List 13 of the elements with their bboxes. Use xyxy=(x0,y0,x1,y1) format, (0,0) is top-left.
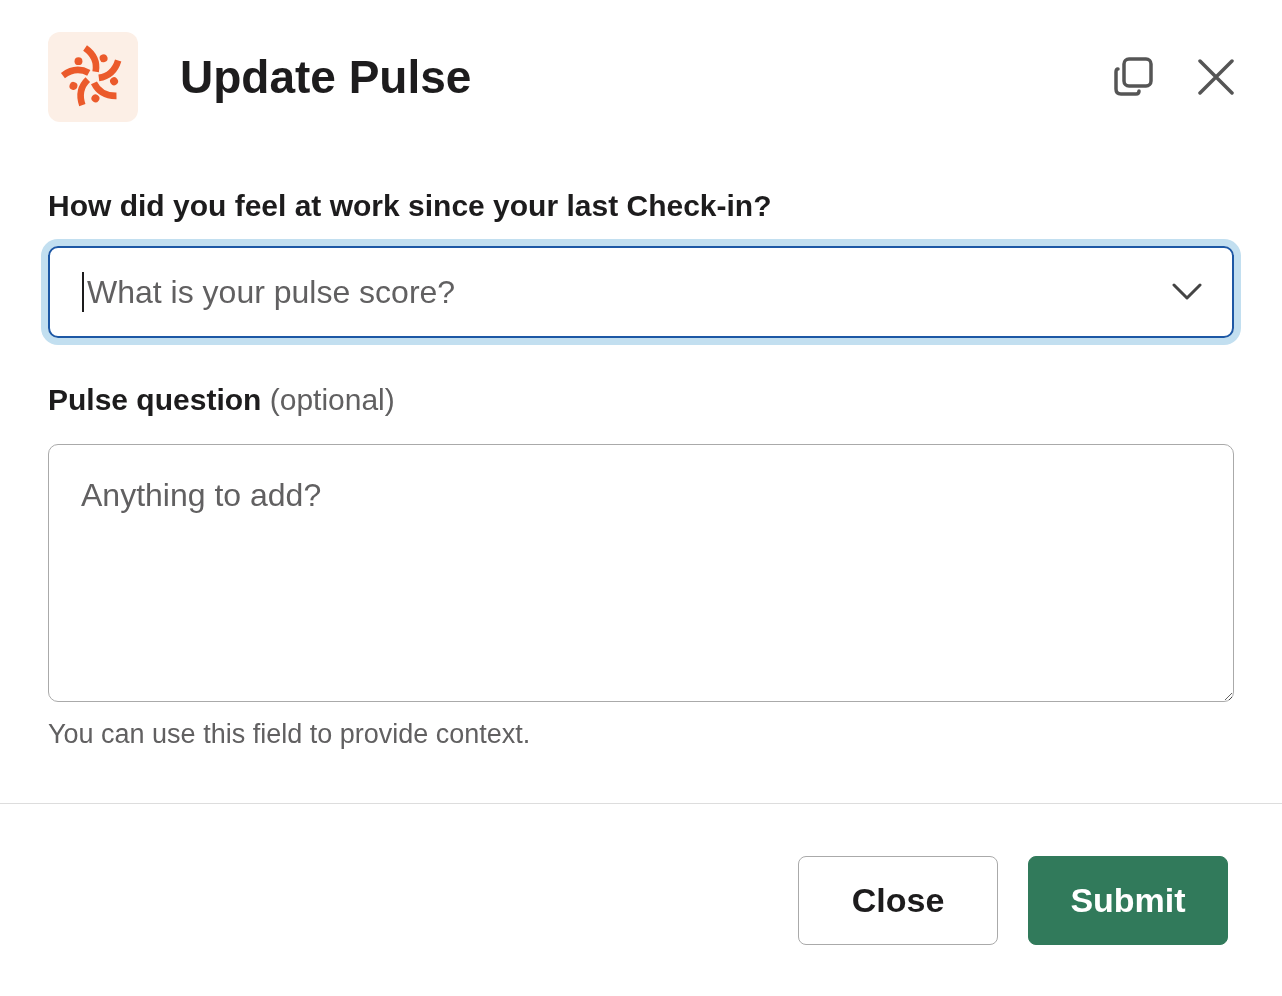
text-cursor xyxy=(82,272,84,312)
helper-text: You can use this field to provide context. xyxy=(48,718,532,751)
pulse-score-input[interactable]: What is your pulse score? xyxy=(87,268,1172,316)
duplicate-icon[interactable] xyxy=(1112,56,1154,98)
text-area[interactable]: Anything to add? xyxy=(48,444,1234,702)
dialog-title: Update Pulse xyxy=(180,49,472,105)
submit-button[interactable]: Submit xyxy=(1028,855,1228,945)
chevron-down-icon[interactable] xyxy=(1172,283,1202,301)
close-button[interactable]: Close xyxy=(798,855,998,945)
field-label: How did you feel at work since your last Check-in? xyxy=(48,188,773,224)
close-icon[interactable] xyxy=(1198,59,1234,95)
field-label: Pulse question xyxy=(48,383,262,416)
optional-note: (optional) xyxy=(268,383,395,416)
